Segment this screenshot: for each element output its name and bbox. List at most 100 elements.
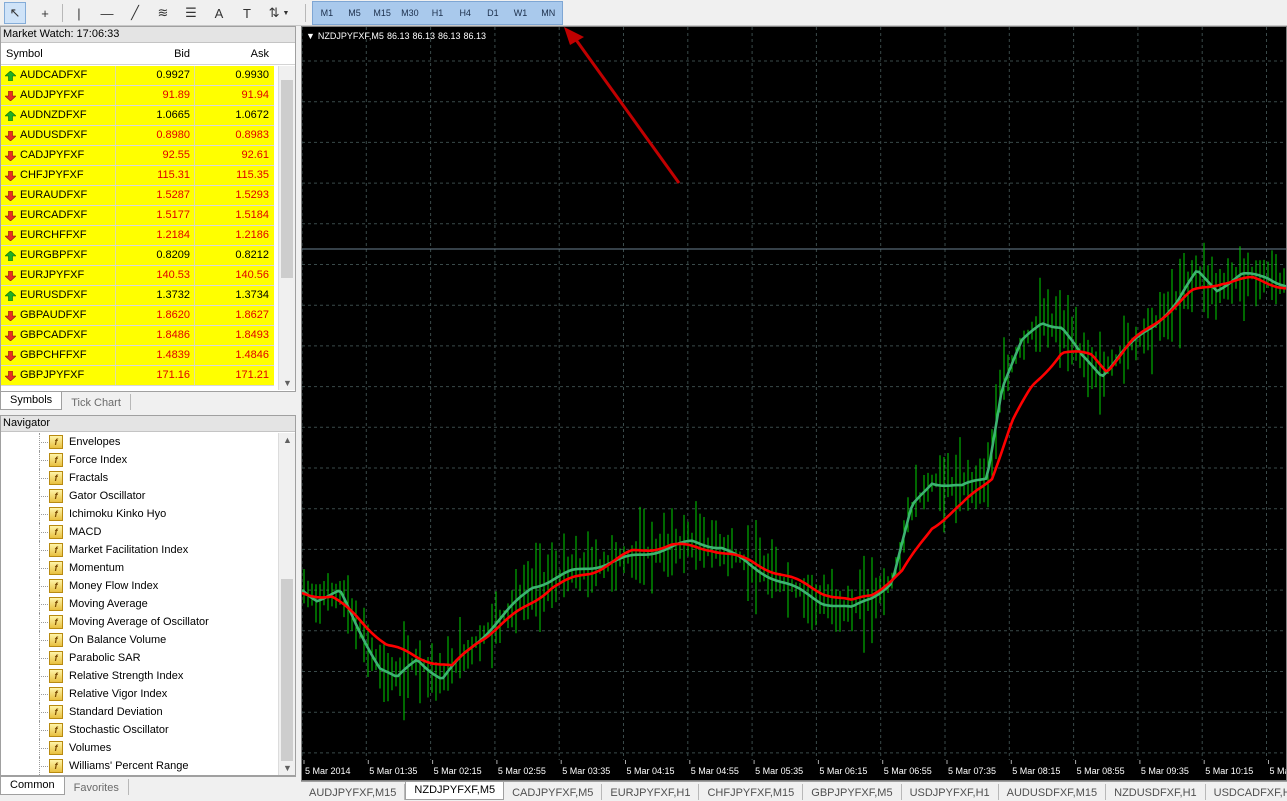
- navigator-item[interactable]: f Ichimoku Kinko Hyo: [1, 505, 277, 523]
- scroll-down-icon[interactable]: ▼: [279, 376, 296, 390]
- symbol-name: EURAUDFXF: [20, 189, 88, 201]
- scroll-up-icon[interactable]: ▲: [279, 433, 296, 447]
- symbol-cell: CADJPYFXF: [1, 146, 115, 165]
- timeframe-m5[interactable]: M5: [341, 2, 369, 24]
- chart-tab[interactable]: USDJPYFXF,H1: [902, 784, 999, 800]
- navigator-item[interactable]: f Relative Strength Index: [1, 667, 277, 685]
- navigator-item[interactable]: f Parabolic SAR: [1, 649, 277, 667]
- navigator-item[interactable]: f Volumes: [1, 739, 277, 757]
- timeframe-d1[interactable]: D1: [479, 2, 507, 24]
- navigator-item[interactable]: f Moving Average of Oscillator: [1, 613, 277, 631]
- navigator-item[interactable]: f Fractals: [1, 469, 277, 487]
- navigator-item[interactable]: f Money Flow Index: [1, 577, 277, 595]
- market-watch-row[interactable]: EURCHFFXF 1.2184 1.2186: [1, 226, 274, 246]
- chart-tab[interactable]: NZDJPYFXF,M5: [405, 782, 505, 800]
- market-watch-row[interactable]: GBPJPYFXF 171.16 171.21: [1, 366, 274, 386]
- navigator-item[interactable]: f Moving Average: [1, 595, 277, 613]
- timeframe-w1[interactable]: W1: [507, 2, 535, 24]
- tab-common[interactable]: Common: [0, 777, 65, 795]
- market-watch-row[interactable]: EURAUDFXF 1.5287 1.5293: [1, 186, 274, 206]
- chart-tab[interactable]: CHFJPYFXF,M15: [699, 784, 804, 800]
- tab-symbols[interactable]: Symbols: [0, 392, 63, 410]
- navigator-item[interactable]: f Force Index: [1, 451, 277, 469]
- market-watch-row[interactable]: EURGBPFXF 0.8209 0.8212: [1, 246, 274, 266]
- market-watch-row[interactable]: AUDNZDFXF 1.0665 1.0672: [1, 106, 274, 126]
- symbol-cell: AUDNZDFXF: [1, 106, 115, 125]
- symbol-name: GBPAUDFXF: [20, 309, 87, 321]
- bid-cell: 140.53: [115, 266, 194, 285]
- bid-cell: 171.16: [115, 366, 194, 385]
- chart-tab[interactable]: NZDUSDFXF,H1: [1106, 784, 1206, 800]
- chart-tab[interactable]: EURJPYFXF,H1: [602, 784, 700, 800]
- price-up-arrow-icon: [5, 70, 16, 81]
- symbol-cell: GBPAUDFXF: [1, 306, 115, 325]
- equidistant-channel-icon[interactable]: ≋: [152, 2, 174, 24]
- column-header-symbol[interactable]: Symbol: [1, 43, 115, 64]
- scrollbar-thumb[interactable]: [281, 579, 293, 761]
- timeframe-m30[interactable]: M30: [396, 2, 424, 24]
- market-watch-row[interactable]: AUDUSDFXF 0.8980 0.8983: [1, 126, 274, 146]
- navigator-item-label: Stochastic Oscillator: [69, 724, 169, 736]
- navigator-scrollbar[interactable]: ▲ ▼: [278, 433, 295, 775]
- chart-canvas[interactable]: 5 Mar 2014 5 Mar 01:35 5 Mar 02:15 5 Mar 02…: [302, 27, 1286, 780]
- drawing-toolbar: ↖ + | — ╱ ≋ ☰ A T ⇅ ▼ M1 M5 M15 M30 H1 H4…: [0, 0, 1287, 26]
- ohlc-close: 86.13: [463, 31, 487, 41]
- market-watch-row[interactable]: GBPCADFXF 1.8486 1.8493: [1, 326, 274, 346]
- fibonacci-retracement-icon[interactable]: ☰: [180, 2, 202, 24]
- indicator-function-icon: f: [49, 507, 63, 521]
- crosshair-icon[interactable]: +: [34, 2, 56, 24]
- chart-tab[interactable]: USDCADFXF,H4: [1206, 784, 1287, 800]
- timeframe-mn[interactable]: MN: [534, 2, 562, 24]
- symbol-name: EURJPYFXF: [20, 269, 85, 281]
- market-watch-row[interactable]: CHFJPYFXF 115.31 115.35: [1, 166, 274, 186]
- scroll-down-icon[interactable]: ▼: [279, 761, 296, 775]
- timeframe-m15[interactable]: M15: [368, 2, 396, 24]
- market-watch-row[interactable]: EURUSDFXF 1.3732 1.3734: [1, 286, 274, 306]
- navigator-item[interactable]: f Williams' Percent Range: [1, 757, 277, 775]
- dropdown-caret-icon[interactable]: ▼: [282, 10, 289, 17]
- chart-tab[interactable]: AUDJPYFXF,M15: [301, 784, 406, 800]
- market-watch-scrollbar[interactable]: ▼: [278, 66, 295, 390]
- market-watch-row[interactable]: AUDCADFXF 0.9927 0.9930: [1, 66, 274, 86]
- column-header-bid[interactable]: Bid: [115, 43, 194, 64]
- chart-dropdown-icon[interactable]: ▼: [306, 31, 315, 41]
- market-watch-row[interactable]: GBPCHFFXF 1.4839 1.4846: [1, 346, 274, 366]
- navigator-item[interactable]: f Market Facilitation Index: [1, 541, 277, 559]
- text-icon[interactable]: A: [208, 2, 230, 24]
- timeframe-h4[interactable]: H4: [451, 2, 479, 24]
- horizontal-line-icon[interactable]: —: [96, 2, 118, 24]
- symbol-name: AUDNZDFXF: [20, 109, 87, 121]
- symbol-name: EURCHFFXF: [20, 229, 87, 241]
- bid-cell: 0.9927: [115, 66, 194, 85]
- tab-tick-chart[interactable]: Tick Chart: [62, 394, 131, 410]
- indicator-function-icon: f: [49, 741, 63, 755]
- chart-tab[interactable]: AUDUSDFXF,M15: [999, 784, 1107, 800]
- market-watch-row[interactable]: AUDJPYFXF 91.89 91.94: [1, 86, 274, 106]
- cursor-icon[interactable]: ↖: [4, 2, 26, 24]
- market-watch-row[interactable]: GBPAUDFXF 1.8620 1.8627: [1, 306, 274, 326]
- navigator-item[interactable]: f Gator Oscillator: [1, 487, 277, 505]
- market-watch-row[interactable]: EURJPYFXF 140.53 140.56: [1, 266, 274, 286]
- scrollbar-thumb[interactable]: [281, 80, 293, 278]
- tab-favorites[interactable]: Favorites: [65, 779, 129, 795]
- text-label-icon[interactable]: T: [236, 2, 258, 24]
- market-watch-row[interactable]: EURCADFXF 1.5177 1.5184: [1, 206, 274, 226]
- price-chart[interactable]: 5 Mar 2014 5 Mar 01:35 5 Mar 02:15 5 Mar 02…: [301, 26, 1287, 781]
- timeframe-m1[interactable]: M1: [313, 2, 341, 24]
- trend-line-icon[interactable]: ╱: [124, 2, 146, 24]
- navigator-item[interactable]: f Relative Vigor Index: [1, 685, 277, 703]
- navigator-item[interactable]: f Standard Deviation: [1, 703, 277, 721]
- arrows-icon[interactable]: ⇅ ▼: [264, 2, 294, 24]
- market-watch-row[interactable]: CADJPYFXF 92.55 92.61: [1, 146, 274, 166]
- navigator-item[interactable]: f Envelopes: [1, 433, 277, 451]
- navigator-item[interactable]: f Stochastic Oscillator: [1, 721, 277, 739]
- vertical-line-icon[interactable]: |: [68, 2, 90, 24]
- ask-cell: 92.61: [194, 146, 274, 165]
- navigator-item[interactable]: f MACD: [1, 523, 277, 541]
- timeframe-h1[interactable]: H1: [424, 2, 452, 24]
- chart-tab[interactable]: GBPJPYFXF,M5: [803, 784, 902, 800]
- navigator-item[interactable]: f On Balance Volume: [1, 631, 277, 649]
- navigator-item[interactable]: f Momentum: [1, 559, 277, 577]
- chart-tab[interactable]: CADJPYFXF,M5: [504, 784, 603, 800]
- column-header-ask[interactable]: Ask: [194, 43, 274, 64]
